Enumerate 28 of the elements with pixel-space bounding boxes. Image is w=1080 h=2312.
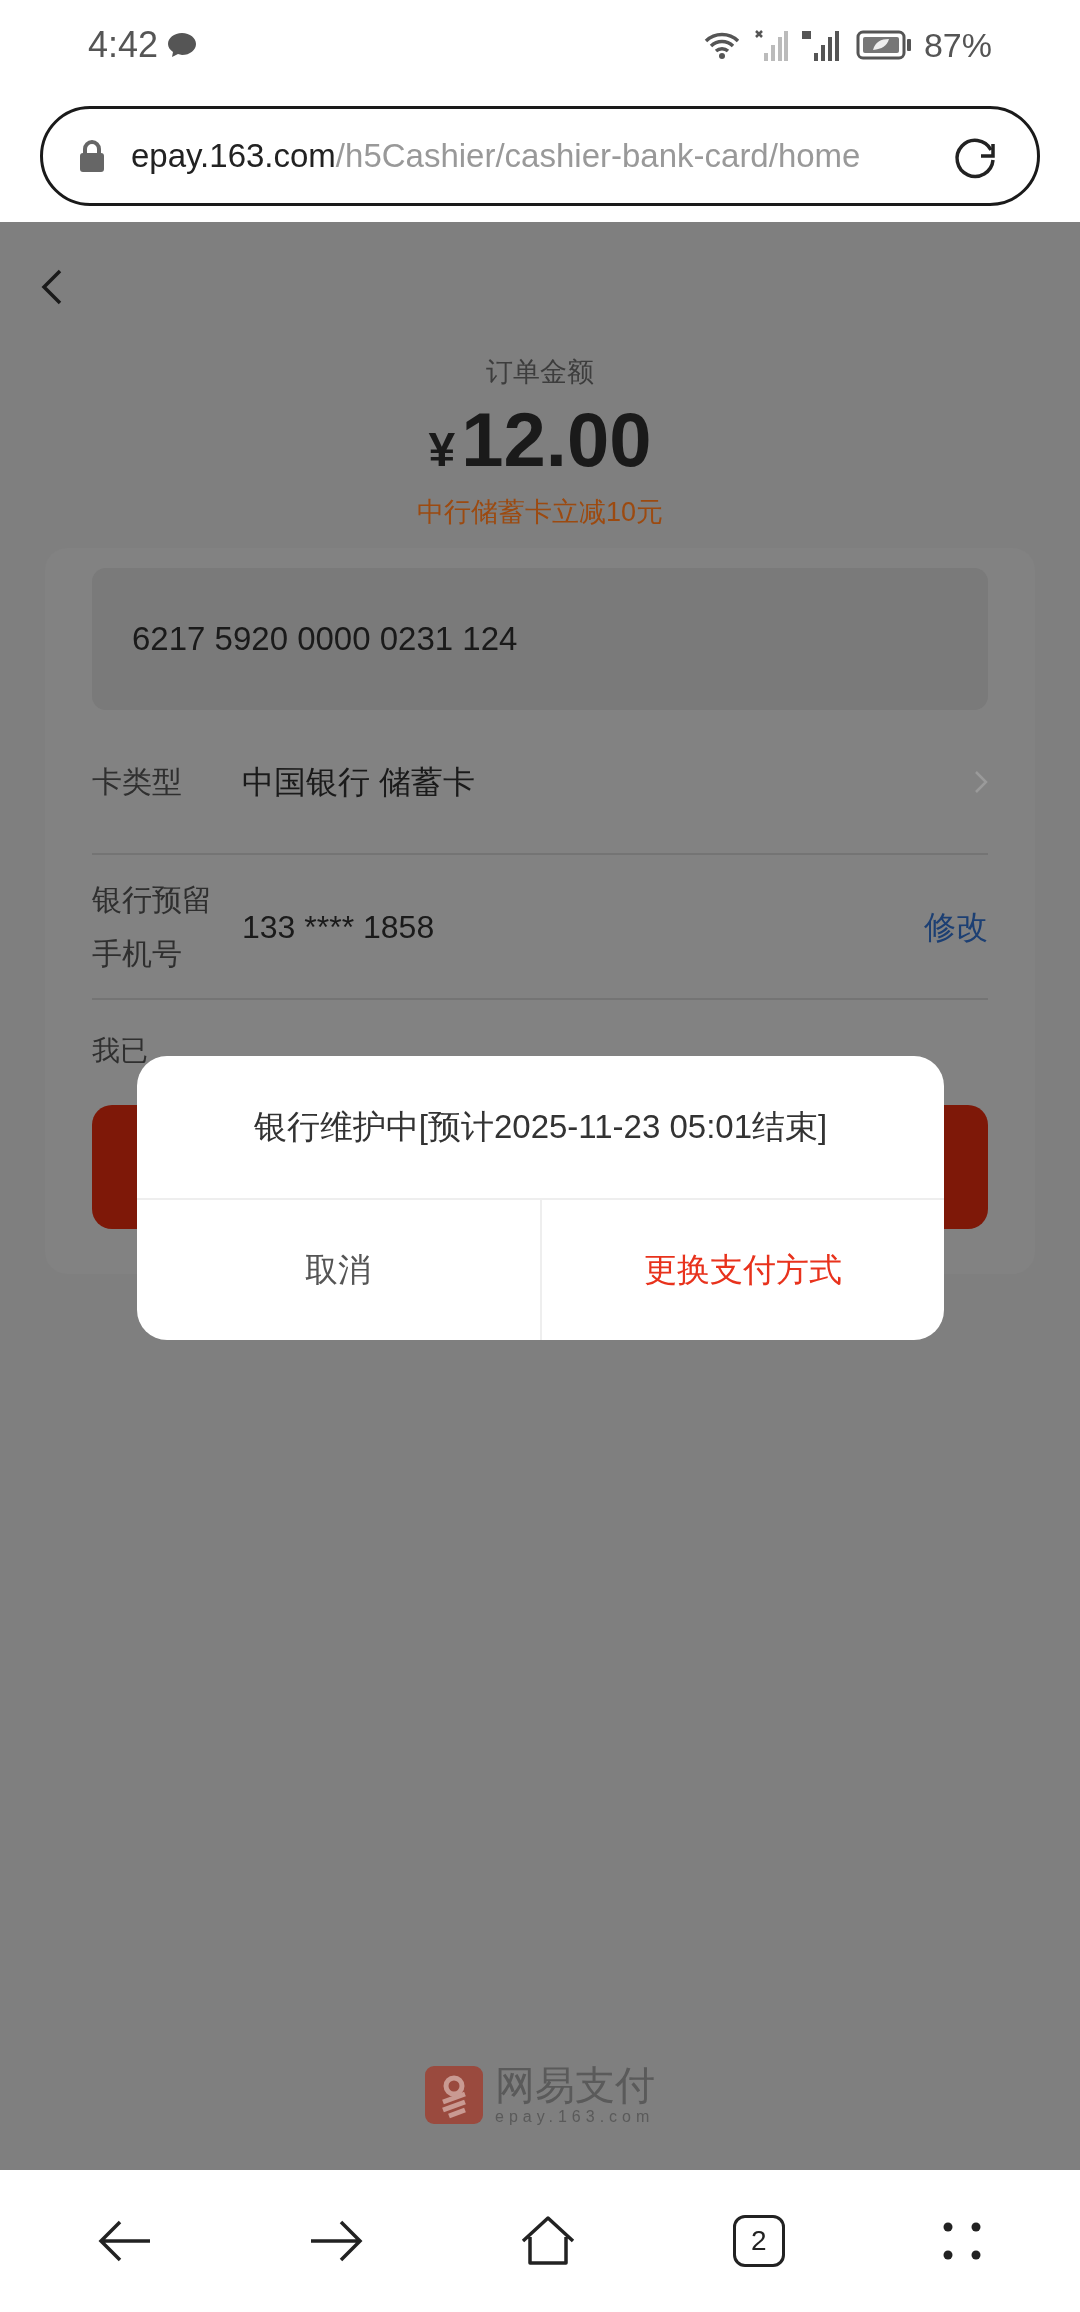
signal-icon (753, 29, 788, 61)
row-value: 133 **** 1858 (242, 907, 436, 947)
home-icon[interactable] (520, 2215, 576, 2267)
dialog-message: 银行维护中[预计2025-11-23 05:01结束] (253, 1107, 828, 1148)
order-amount: 12.00 (461, 395, 652, 484)
status-time: 4:42 (88, 23, 159, 67)
chat-bubble-icon (166, 31, 199, 59)
back-arrow-icon[interactable] (98, 2218, 153, 2264)
lock-icon (79, 140, 105, 172)
tab-count-button[interactable]: 2 (732, 2215, 785, 2267)
back-chevron-icon[interactable] (40, 269, 64, 305)
battery-percentage: 87% (923, 24, 992, 66)
row-label: 卡类型 (92, 763, 183, 800)
battery-icon (855, 30, 912, 60)
change-payment-button[interactable]: 更换支付方式 (541, 1200, 944, 1340)
agreement-text: 我已 (92, 1035, 148, 1066)
forward-arrow-icon[interactable] (309, 2218, 364, 2264)
cancel-button[interactable]: 取消 (137, 1200, 542, 1340)
row-label: 银行预留手机号 (92, 881, 213, 972)
currency-symbol: ¥ (428, 421, 456, 478)
url-text: epay.163.com/h5Cashier/cashier-bank-card/home (131, 137, 861, 175)
menu-icon[interactable] (941, 2221, 982, 2261)
order-amount-label: 订单金额 (486, 356, 594, 389)
row-value: 中国银行 储蓄卡 (242, 762, 476, 802)
address-bar[interactable]: epay.163.com/h5Cashier/cashier-bank-card/home (40, 106, 1040, 206)
card-number-field[interactable]: 6217 5920 0000 0231 124 (92, 568, 988, 710)
logo-icon (425, 2066, 483, 2124)
promo-text: 中行储蓄卡立减10元 (416, 495, 663, 529)
